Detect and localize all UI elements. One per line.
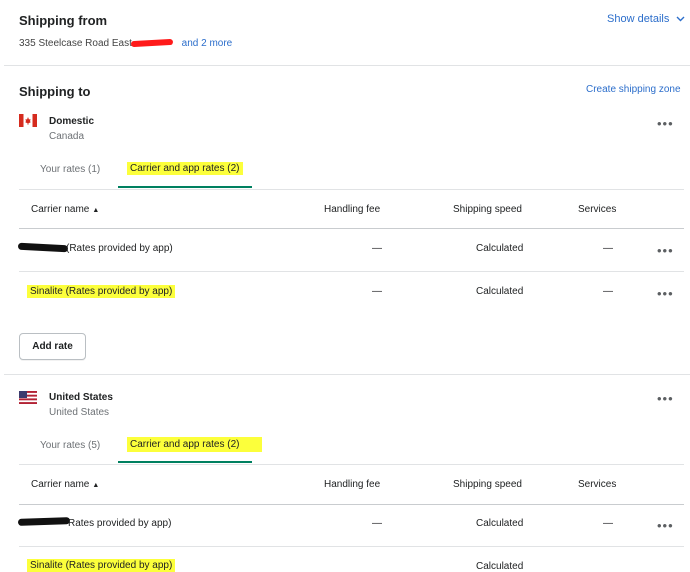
carrier-name-cell: (Rates provided by app) <box>66 243 173 254</box>
address-text: 335 Steelcase Road East <box>19 38 132 49</box>
shipping-from-title: Shipping from <box>19 13 108 28</box>
column-header-handling-fee: Handling fee <box>324 204 381 215</box>
redaction-mark <box>17 242 69 253</box>
show-details-link[interactable]: Show details <box>607 13 685 25</box>
column-header-carrier-name[interactable]: Carrier name ▲ <box>31 204 99 215</box>
tab-carrier-app-rates[interactable]: Carrier and app rates (2) <box>127 162 243 175</box>
row-more-actions-button[interactable]: ••• <box>657 519 674 532</box>
shipping-speed-cell: Calculated <box>476 243 524 254</box>
zone-country: Canada <box>49 131 85 142</box>
handling-fee-cell: — <box>372 286 382 297</box>
zone-divider <box>4 374 690 375</box>
column-header-services: Services <box>578 479 617 490</box>
column-header-carrier-name-label: Carrier name <box>31 204 90 215</box>
shipping-from-address: 335 Steelcase Road East and 2 more <box>19 38 232 49</box>
canada-flag-icon <box>19 114 37 127</box>
column-header-carrier-name[interactable]: Carrier name ▲ <box>31 479 99 490</box>
tab-carrier-app-rates-label: Carrier and app rates (2) <box>127 437 262 452</box>
tabs-divider <box>19 464 684 465</box>
redaction-mark <box>17 517 71 526</box>
section-divider <box>4 65 690 66</box>
us-flag-icon <box>19 391 37 404</box>
table-header-divider <box>19 228 684 229</box>
column-header-services: Services <box>578 204 617 215</box>
column-header-carrier-name-label: Carrier name <box>31 479 90 490</box>
table-row-divider <box>19 271 684 272</box>
add-rate-button[interactable]: Add rate <box>19 333 86 360</box>
carrier-name-highlight: Sinalite (Rates provided by app) <box>27 559 176 572</box>
shipping-speed-cell: Calculated <box>476 286 524 297</box>
column-header-handling-fee: Handling fee <box>324 479 381 490</box>
table-header-divider <box>19 504 684 505</box>
tab-carrier-app-rates-label: Carrier and app rates (2) <box>127 162 243 175</box>
tab-your-rates[interactable]: Your rates (5) <box>40 440 100 451</box>
shipping-speed-cell: Calculated <box>476 518 524 529</box>
row-more-actions-button[interactable]: ••• <box>657 287 674 300</box>
sort-ascending-icon: ▲ <box>92 207 100 214</box>
tabs-divider <box>19 189 684 190</box>
table-row-divider <box>19 546 684 547</box>
services-cell: — <box>603 243 613 254</box>
carrier-name-cell: Sinalite (Rates provided by app) <box>27 559 176 572</box>
active-tab-indicator <box>118 186 252 188</box>
show-details-label: Show details <box>607 13 670 25</box>
carrier-name-cell: Sinalite (Rates provided by app) <box>27 285 176 298</box>
column-header-shipping-speed: Shipping speed <box>453 479 522 490</box>
carrier-name-cell: Rates provided by app) <box>68 518 172 529</box>
sort-ascending-icon: ▲ <box>92 482 100 489</box>
services-cell: — <box>603 518 613 529</box>
tab-carrier-app-rates[interactable]: Carrier and app rates (2) <box>127 437 262 452</box>
tab-your-rates[interactable]: Your rates (1) <box>40 164 100 175</box>
and-more-link[interactable]: and 2 more <box>182 38 233 49</box>
handling-fee-cell: — <box>372 243 382 254</box>
handling-fee-cell: — <box>372 518 382 529</box>
zone-name: Domestic <box>49 116 95 127</box>
zone-name: United States <box>49 392 113 403</box>
zone-country: United States <box>49 407 110 418</box>
create-shipping-zone-link[interactable]: Create shipping zone <box>586 84 681 95</box>
services-cell: — <box>603 286 613 297</box>
zone-more-actions-button[interactable]: ••• <box>657 117 674 130</box>
active-tab-indicator <box>118 461 252 463</box>
zone-more-actions-button[interactable]: ••• <box>657 392 674 405</box>
chevron-down-icon <box>676 13 685 25</box>
carrier-name-highlight: Sinalite (Rates provided by app) <box>27 285 176 298</box>
shipping-to-title: Shipping to <box>19 84 91 99</box>
row-more-actions-button[interactable]: ••• <box>657 244 674 257</box>
shipping-speed-cell: Calculated <box>476 561 524 572</box>
column-header-shipping-speed: Shipping speed <box>453 204 522 215</box>
